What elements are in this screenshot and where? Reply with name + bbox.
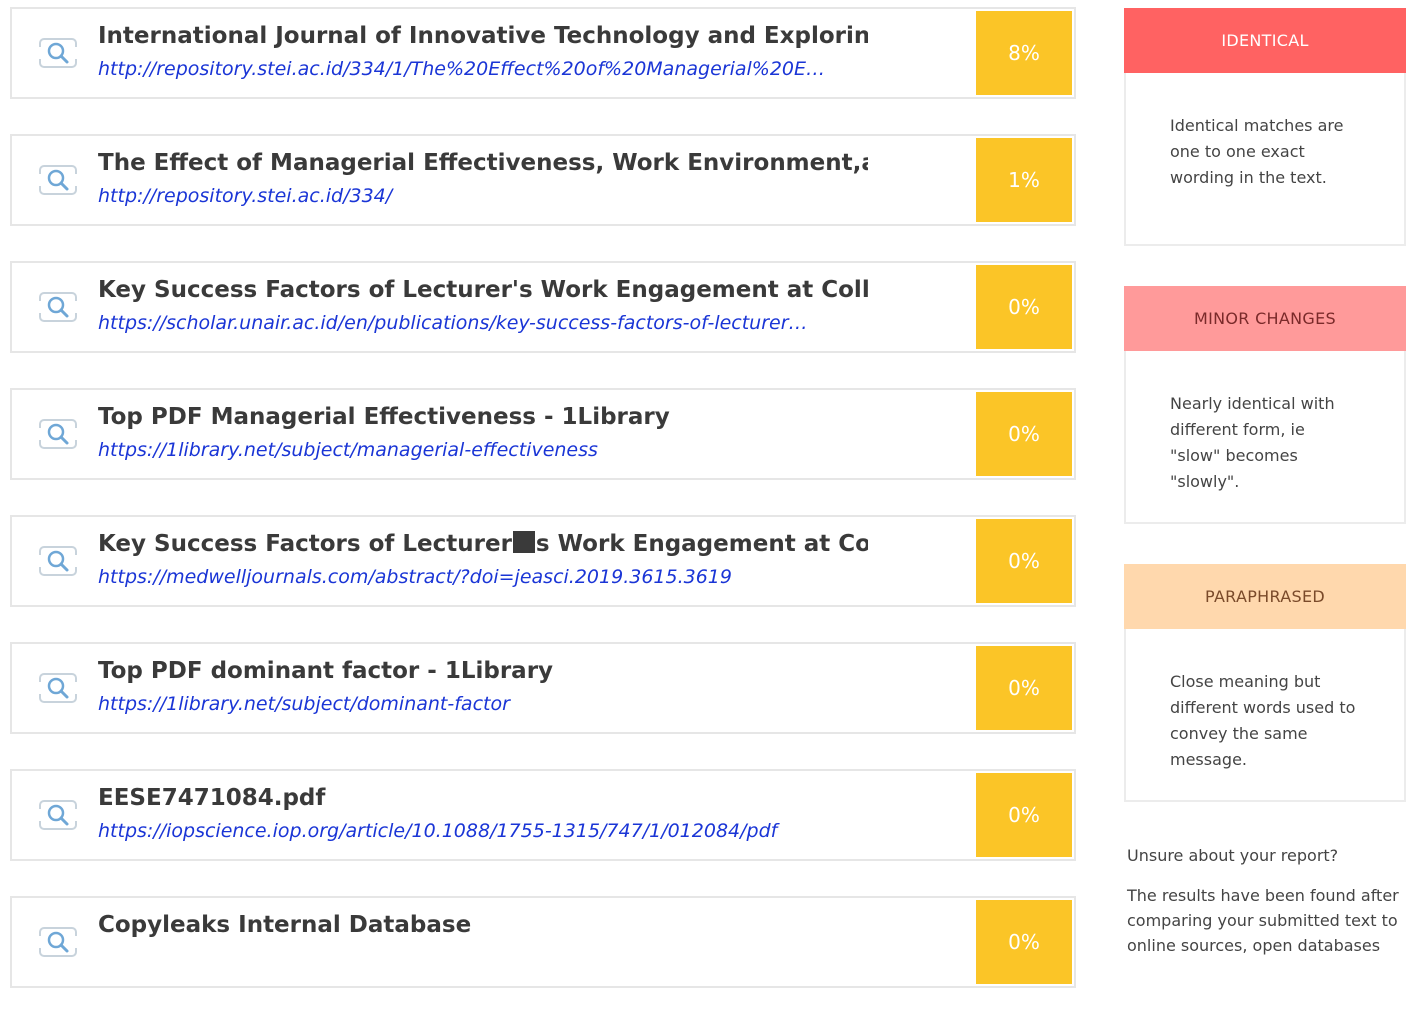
- result-url[interactable]: https://scholar.unair.ac.id/en/publicati…: [98, 310, 860, 336]
- result-title-start: Key Success Factors of Lecturer: [98, 531, 512, 557]
- legend-minor-changes: MINOR CHANGES Nearly identical with diff…: [1124, 286, 1406, 524]
- result-card[interactable]: International Journal of Innovative Tech…: [10, 7, 1076, 99]
- search-document-icon: [34, 292, 82, 322]
- report-help-heading: Unsure about your report?: [1127, 846, 1339, 865]
- search-document-icon: [34, 546, 82, 576]
- match-percent-badge: 0%: [976, 773, 1072, 857]
- match-percent-badge: 0%: [976, 646, 1072, 730]
- match-percent-badge: 0%: [976, 392, 1072, 476]
- results-list: International Journal of Innovative Tech…: [10, 7, 1076, 1023]
- result-title: The Effect of Managerial Effectiveness, …: [98, 150, 868, 176]
- match-percent-badge: 0%: [976, 519, 1072, 603]
- result-title: Copyleaks Internal Database: [98, 912, 472, 938]
- legend-paraphrased-desc: Close meaning but different words used t…: [1170, 672, 1356, 769]
- result-url[interactable]: https://iopscience.iop.org/article/10.10…: [98, 818, 860, 844]
- legend-paraphrased: PARAPHRASED Close meaning but different …: [1124, 564, 1406, 802]
- unknown-glyph-icon: [512, 531, 535, 553]
- result-title: Top PDF Managerial Effectiveness - 1Libr…: [98, 404, 670, 430]
- result-title: Key Success Factors of Lecturer s Work En…: [98, 529, 868, 559]
- report-help-body: The results have been found after compar…: [1127, 886, 1399, 955]
- search-document-icon: [34, 38, 82, 68]
- legend-paraphrased-label: PARAPHRASED: [1124, 564, 1406, 629]
- report-help-note: Unsure about your report? The results ha…: [1127, 843, 1418, 973]
- result-card[interactable]: Key Success Factors of Lecturer's Work E…: [10, 261, 1076, 353]
- result-title: EESE7471084.pdf: [98, 785, 326, 811]
- result-card[interactable]: EESE7471084.pdf https://iopscience.iop.o…: [10, 769, 1076, 861]
- result-url[interactable]: http://repository.stei.ac.id/334/1/The%2…: [98, 56, 860, 82]
- legend-identical: IDENTICAL Identical matches are one to o…: [1124, 8, 1406, 246]
- result-url[interactable]: https://1library.net/subject/managerial-…: [98, 437, 860, 463]
- legend-minor-desc: Nearly identical with different form, ie…: [1170, 394, 1335, 491]
- result-title: Key Success Factors of Lecturer's Work E…: [98, 277, 868, 303]
- search-document-icon: [34, 800, 82, 830]
- legend-identical-label: IDENTICAL: [1124, 8, 1406, 73]
- result-card[interactable]: Copyleaks Internal Database 0%: [10, 896, 1076, 988]
- result-card[interactable]: Top PDF Managerial Effectiveness - 1Libr…: [10, 388, 1076, 480]
- search-document-icon: [34, 673, 82, 703]
- search-document-icon: [34, 419, 82, 449]
- result-card[interactable]: The Effect of Managerial Effectiveness, …: [10, 134, 1076, 226]
- search-document-icon: [34, 165, 82, 195]
- result-title: International Journal of Innovative Tech…: [98, 23, 868, 49]
- match-percent-badge: 0%: [976, 265, 1072, 349]
- result-card[interactable]: Key Success Factors of Lecturer s Work En…: [10, 515, 1076, 607]
- match-type-legend: IDENTICAL Identical matches are one to o…: [1124, 8, 1406, 842]
- result-card[interactable]: Top PDF dominant factor - 1Library https…: [10, 642, 1076, 734]
- result-title-end: s Work Engagement at Col…: [535, 531, 868, 557]
- result-url[interactable]: http://repository.stei.ac.id/334/: [98, 183, 860, 209]
- search-document-icon: [34, 927, 82, 957]
- result-title: Top PDF dominant factor - 1Library: [98, 658, 554, 684]
- legend-identical-desc: Identical matches are one to one exact w…: [1170, 116, 1344, 187]
- match-percent-badge: 8%: [976, 11, 1072, 95]
- result-url[interactable]: https://medwelljournals.com/abstract/?do…: [98, 564, 860, 590]
- match-percent-badge: 0%: [976, 900, 1072, 984]
- result-url[interactable]: https://1library.net/subject/dominant-fa…: [98, 691, 860, 717]
- match-percent-badge: 1%: [976, 138, 1072, 222]
- legend-minor-label: MINOR CHANGES: [1124, 286, 1406, 351]
